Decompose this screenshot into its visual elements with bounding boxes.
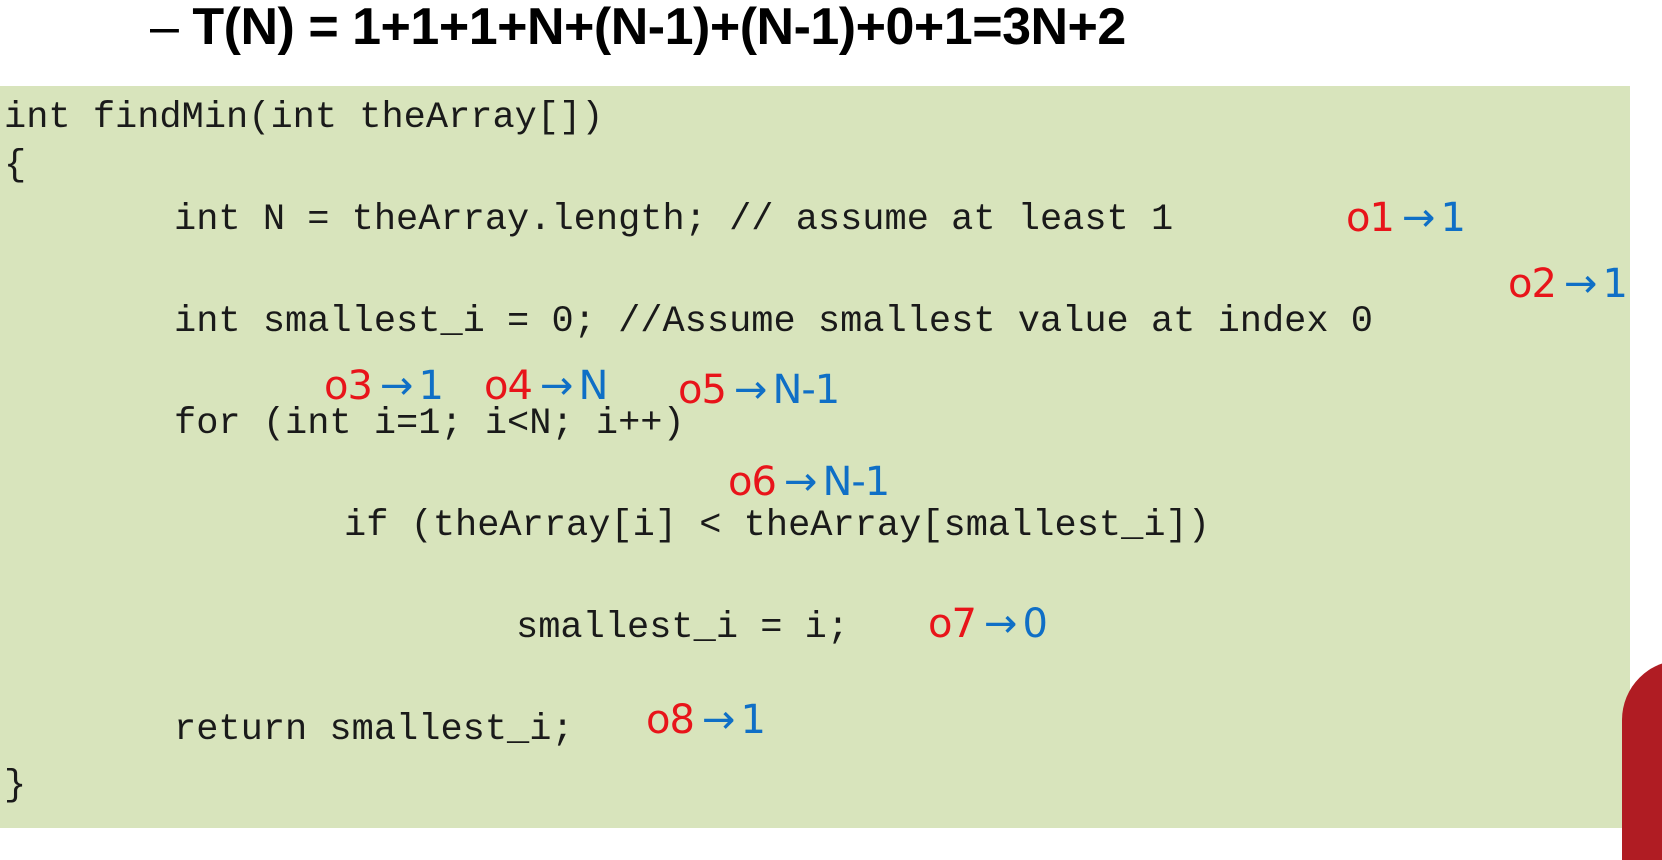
operation-label: o3 (324, 363, 373, 409)
code-line-close-brace: } (4, 765, 27, 807)
cost-value: N-1 (772, 367, 840, 413)
right-arrow-icon: → (983, 601, 1018, 647)
annotation-o8: o8 → 1 (646, 697, 766, 743)
right-arrow-icon: → (733, 367, 768, 413)
cost-value: 1 (418, 363, 443, 409)
slide-heading: – T(N) = 1+1+1+N+(N-1)+(N-1)+0+1=3N+2 (150, 0, 1126, 68)
right-arrow-icon: → (379, 363, 414, 409)
annotation-o5: o5 → N-1 (678, 367, 840, 413)
code-block: int findMin(int theArray[]) { int N = th… (0, 86, 1630, 828)
operation-label: o5 (678, 367, 727, 413)
annotation-o1: o1 → 1 (1346, 195, 1466, 241)
operation-label: o6 (728, 459, 777, 505)
annotation-o6: o6 → N-1 (728, 459, 890, 505)
cost-value: N (578, 363, 608, 409)
code-line-if: if (theArray[i] < theArray[smallest_i]) (344, 505, 1210, 547)
code-line-signature: int findMin(int theArray[]) (4, 97, 604, 139)
operation-label: o1 (1346, 195, 1395, 241)
code-line-return: return smallest_i; (174, 709, 574, 751)
bullet-dash: – (150, 0, 179, 56)
operation-label: o4 (484, 363, 533, 409)
annotation-o3: o3 → 1 (324, 363, 444, 409)
annotation-o7: o7 → 0 (928, 601, 1048, 647)
right-arrow-icon: → (1401, 195, 1436, 241)
right-arrow-icon: → (539, 363, 574, 409)
code-line-open-brace: { (4, 145, 27, 187)
code-line-for-loop: for (int i=1; i<N; i++) (174, 403, 685, 445)
code-line-assign: smallest_i = i; (516, 607, 850, 649)
annotation-o4: o4 → N (484, 363, 608, 409)
complexity-formula: T(N) = 1+1+1+N+(N-1)+(N-1)+0+1=3N+2 (192, 0, 1126, 56)
right-arrow-icon: → (783, 459, 818, 505)
cost-value: N-1 (822, 459, 890, 505)
operation-label: o7 (928, 601, 977, 647)
cost-value: 1 (1440, 195, 1465, 241)
code-line-smallest-init: int smallest_i = 0; //Assume smallest va… (174, 301, 1373, 343)
right-arrow-icon: → (1563, 261, 1598, 307)
operation-label: o8 (646, 697, 695, 743)
cost-value: 1 (1602, 261, 1627, 307)
code-line-length: int N = theArray.length; // assume at le… (174, 199, 1174, 241)
annotation-o2: o2 → 1 (1508, 261, 1628, 307)
operation-label: o2 (1508, 261, 1557, 307)
cost-value: 1 (740, 697, 765, 743)
cost-value: 0 (1022, 601, 1047, 647)
right-arrow-icon: → (701, 697, 736, 743)
